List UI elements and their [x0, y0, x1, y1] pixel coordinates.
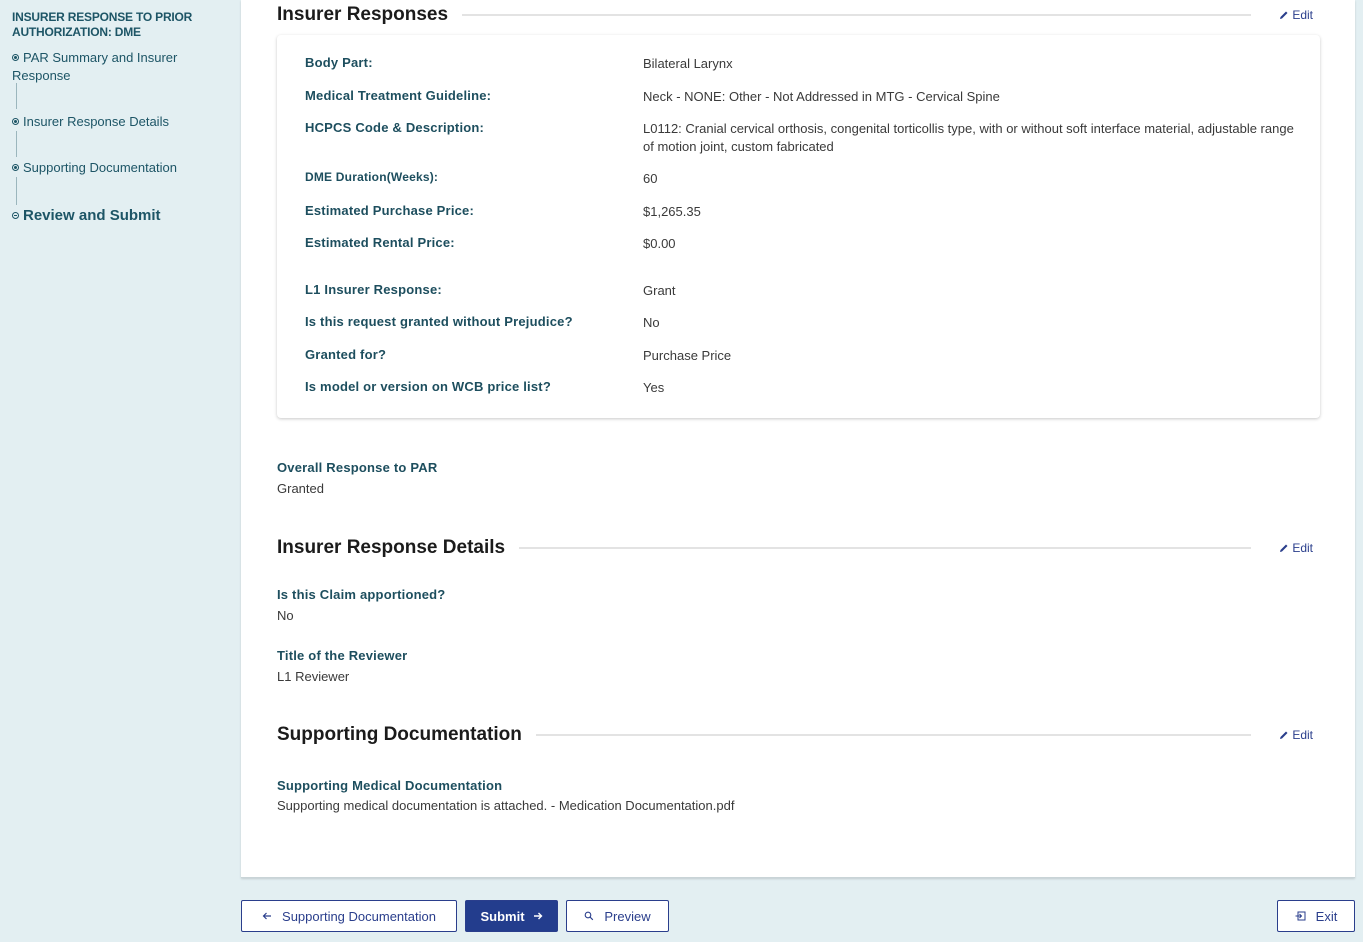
- step-connector: [16, 177, 17, 205]
- preview-button[interactable]: Preview: [566, 900, 669, 932]
- field-label: Is this request granted without Prejudic…: [305, 314, 573, 329]
- field-row: HCPCS Code & Description: L0112: Cranial…: [305, 120, 1300, 156]
- submit-button[interactable]: Submit: [465, 900, 558, 932]
- edit-label: Edit: [1292, 541, 1313, 555]
- edit-insurer-response-details-link[interactable]: Edit: [1279, 541, 1313, 555]
- field-label: Title of the Reviewer: [277, 648, 408, 663]
- field-value: Grant: [643, 283, 676, 298]
- pencil-icon: [1280, 11, 1288, 19]
- field-row: Body Part: Bilateral Larynx: [305, 55, 1300, 73]
- step-current-icon: [12, 211, 19, 219]
- supporting-medical-documentation-field: Supporting Medical Documentation Support…: [277, 778, 734, 813]
- claim-apportioned-field: Is this Claim apportioned? No: [277, 587, 445, 623]
- field-label: Overall Response to PAR: [277, 460, 438, 475]
- edit-supporting-documentation-link[interactable]: Edit: [1279, 728, 1313, 742]
- step-label: PAR Summary and Insurer Response: [12, 50, 178, 83]
- section-title: Insurer Response Details: [277, 537, 506, 558]
- arrow-right-icon: [533, 912, 543, 920]
- field-label: Granted for?: [305, 347, 387, 362]
- step-supporting-documentation[interactable]: Supporting Documentation: [12, 159, 228, 177]
- field-row: Estimated Rental Price: $0.00: [305, 235, 1300, 253]
- step-completed-icon: [12, 118, 19, 126]
- field-row: L1 Insurer Response: Grant: [305, 282, 1300, 300]
- field-row: DME Duration(Weeks): 60: [305, 170, 1300, 188]
- field-row: Medical Treatment Guideline: Neck - NONE…: [305, 88, 1300, 106]
- back-supporting-documentation-button[interactable]: Supporting Documentation: [241, 900, 457, 932]
- section-header-insurer-responses: Insurer Responses Edit: [277, 0, 1313, 30]
- reviewer-title-field: Title of the Reviewer L1 Reviewer: [277, 648, 407, 684]
- field-value: Bilateral Larynx: [643, 56, 733, 71]
- overall-response-field: Overall Response to PAR Granted: [277, 460, 437, 496]
- field-value: Supporting medical documentation is atta…: [277, 798, 735, 813]
- field-label: Estimated Purchase Price:: [305, 203, 475, 218]
- field-row: Estimated Purchase Price: $1,265.35: [305, 203, 1300, 221]
- step-label: Insurer Response Details: [23, 114, 169, 129]
- step-label: Review and Submit: [23, 207, 161, 224]
- edit-insurer-responses-link[interactable]: Edit: [1279, 8, 1313, 22]
- field-row: Granted for? Purchase Price: [305, 347, 1300, 365]
- step-review-and-submit[interactable]: Review and Submit: [12, 207, 228, 225]
- field-value: $1,265.35: [643, 204, 701, 219]
- step-connector: [16, 131, 17, 157]
- field-row: Is this request granted without Prejudic…: [305, 314, 1300, 332]
- step-insurer-response-details[interactable]: Insurer Response Details: [12, 113, 228, 131]
- pencil-icon: [1280, 544, 1288, 552]
- section-title: Supporting Documentation: [277, 724, 522, 745]
- step-connector: [16, 83, 17, 109]
- section-title: Insurer Responses: [277, 4, 449, 25]
- divider: [535, 734, 1252, 736]
- sidebar: INSURER RESPONSE TO PRIOR AUTHORIZATION:…: [0, 0, 240, 942]
- edit-label: Edit: [1292, 8, 1313, 22]
- search-icon: [585, 911, 594, 921]
- field-label: DME Duration(Weeks):: [305, 170, 439, 184]
- divider: [519, 547, 1252, 549]
- field-value: 60: [643, 171, 658, 186]
- edit-label: Edit: [1292, 728, 1313, 742]
- field-label: L1 Insurer Response:: [305, 282, 442, 297]
- button-label: Submit: [480, 908, 525, 924]
- step-label: Supporting Documentation: [23, 160, 177, 175]
- field-value: No: [643, 315, 660, 330]
- field-label: Body Part:: [305, 55, 373, 70]
- step-completed-icon: [12, 54, 19, 62]
- field-value: Purchase Price: [643, 348, 732, 363]
- field-label: HCPCS Code & Description:: [305, 120, 485, 135]
- field-value: Granted: [277, 481, 324, 496]
- button-label: Exit: [1315, 908, 1338, 924]
- section-header-insurer-response-details: Insurer Response Details Edit: [277, 533, 1313, 563]
- exit-button[interactable]: Exit: [1277, 900, 1355, 932]
- button-label: Preview: [604, 908, 651, 924]
- sidebar-title: INSURER RESPONSE TO PRIOR AUTHORIZATION:…: [12, 10, 193, 39]
- button-label: Supporting Documentation: [282, 908, 436, 924]
- field-value: L1 Reviewer: [277, 669, 350, 684]
- field-label: Medical Treatment Guideline:: [305, 88, 492, 103]
- step-par-summary[interactable]: PAR Summary and Insurer Response: [12, 48, 228, 85]
- field-value: No: [277, 608, 294, 623]
- field-label: Is this Claim apportioned?: [277, 587, 446, 602]
- field-value: L0112: Cranial cervical orthosis, congen…: [643, 121, 1294, 154]
- review-panel: Insurer Responses Edit Body Part: Bilate…: [241, 0, 1355, 878]
- section-header-supporting-documentation: Supporting Documentation Edit: [277, 720, 1313, 750]
- arrow-left-icon: [262, 912, 272, 920]
- field-row: Is model or version on WCB price list? Y…: [305, 379, 1300, 397]
- field-value: $0.00: [643, 236, 676, 251]
- field-label: Is model or version on WCB price list?: [305, 379, 551, 394]
- exit-icon: [1295, 911, 1306, 921]
- field-value: Yes: [643, 380, 665, 395]
- stepper: PAR Summary and Insurer Response Insurer…: [12, 48, 228, 225]
- field-label: Supporting Medical Documentation: [277, 778, 503, 793]
- field-label: Estimated Rental Price:: [305, 235, 455, 250]
- divider: [462, 14, 1252, 16]
- pencil-icon: [1280, 731, 1288, 739]
- insurer-responses-card: Body Part: Bilateral Larynx Medical Trea…: [277, 35, 1320, 418]
- field-value: Neck - NONE: Other - Not Addressed in MT…: [643, 89, 1000, 104]
- step-completed-icon: [12, 164, 19, 172]
